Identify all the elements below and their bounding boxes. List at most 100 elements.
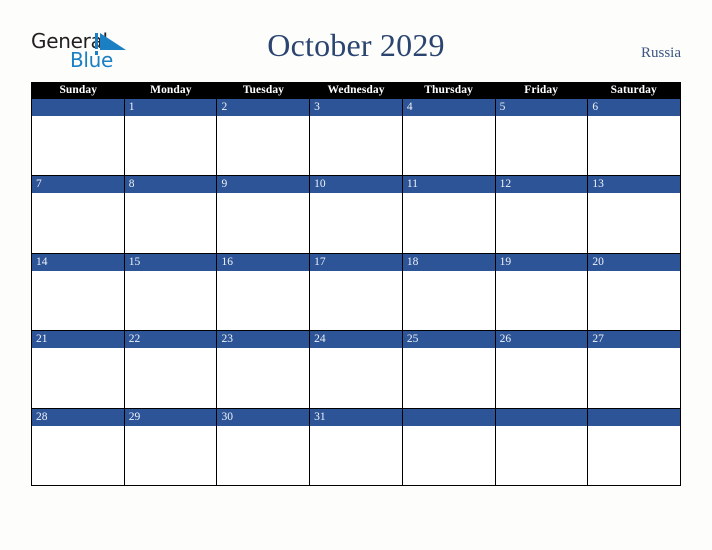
day-body[interactable] [495, 270, 588, 331]
day-cell[interactable]: 11 [402, 176, 496, 253]
day-body[interactable] [310, 270, 402, 331]
weekday-header-saturday: Saturday [610, 84, 657, 96]
day-cell[interactable]: 30 [217, 408, 311, 485]
day-number: 27 [592, 333, 604, 346]
day-cell[interactable]: 4 [402, 99, 496, 176]
day-number-band: 8 [124, 176, 217, 194]
day-body[interactable] [588, 348, 681, 408]
day-body[interactable] [495, 193, 588, 253]
day-body[interactable] [402, 270, 495, 331]
day-number: 16 [221, 255, 233, 268]
day-body[interactable] [217, 425, 310, 485]
day-body[interactable] [124, 116, 217, 176]
day-cell[interactable] [495, 408, 589, 485]
day-number: 20 [592, 255, 604, 268]
day-number-band: 23 [217, 331, 310, 349]
day-body[interactable] [32, 116, 124, 176]
day-body[interactable] [495, 116, 588, 176]
day-body[interactable] [124, 425, 217, 485]
day-number-band [588, 408, 681, 426]
day-cell[interactable]: 27 [588, 331, 681, 408]
day-cell[interactable]: 7 [32, 176, 125, 253]
day-number-band: 30 [217, 408, 310, 426]
day-cell[interactable]: 8 [124, 176, 218, 253]
day-cell[interactable]: 19 [495, 253, 589, 331]
weekday-header-friday: Friday [524, 84, 559, 96]
day-body[interactable] [32, 270, 124, 331]
day-cell[interactable]: 17 [310, 253, 403, 331]
day-cell[interactable] [588, 408, 681, 485]
day-cell[interactable]: 25 [402, 331, 496, 408]
day-number: 14 [36, 255, 48, 268]
day-cell[interactable] [402, 408, 496, 485]
day-cell[interactable]: 28 [32, 408, 125, 485]
day-cell[interactable]: 26 [495, 331, 589, 408]
day-body[interactable] [32, 425, 124, 485]
day-body[interactable] [217, 270, 310, 331]
day-cell[interactable]: 6 [588, 99, 681, 176]
day-number-band: 5 [495, 99, 588, 116]
day-number-band: 15 [124, 253, 217, 271]
week-row: 14 15 16 17 18 19 20 [32, 253, 681, 332]
day-number-band [495, 408, 588, 426]
day-body[interactable] [124, 270, 217, 331]
day-body[interactable] [402, 348, 495, 408]
day-cell[interactable]: 3 [310, 99, 403, 176]
day-body[interactable] [310, 348, 402, 408]
week-row: 7 8 9 10 11 12 13 [32, 176, 681, 254]
day-body[interactable] [124, 193, 217, 253]
day-number-band [402, 408, 495, 426]
day-number: 1 [128, 101, 135, 113]
day-body[interactable] [402, 116, 495, 176]
day-number: 26 [499, 333, 512, 346]
day-cell[interactable]: 29 [124, 408, 218, 485]
day-body[interactable] [310, 193, 402, 253]
day-cell[interactable]: 24 [310, 331, 403, 408]
day-body[interactable] [310, 116, 402, 176]
day-body[interactable] [32, 348, 124, 408]
day-cell[interactable]: 31 [310, 408, 403, 485]
week-row: 21 22 23 24 25 26 27 [32, 331, 681, 409]
country-label: Russia [640, 45, 681, 61]
day-cell[interactable]: 9 [217, 176, 311, 253]
day-cell[interactable]: 23 [217, 331, 311, 408]
weekday-header-row: Sunday Monday Tuesday Wednesday Thursday… [32, 82, 680, 99]
day-body[interactable] [588, 270, 681, 331]
day-cell[interactable]: 14 [32, 253, 125, 331]
day-cell[interactable]: 1 [124, 99, 218, 176]
week-row: 1 2 3 4 5 6 [32, 99, 681, 177]
day-cell[interactable]: 20 [588, 253, 681, 331]
day-body[interactable] [217, 193, 310, 253]
day-number-band: 19 [495, 253, 588, 271]
day-body[interactable] [402, 193, 495, 253]
day-cell[interactable]: 18 [402, 253, 496, 331]
day-cell[interactable]: 22 [124, 331, 218, 408]
day-cell[interactable]: 13 [588, 176, 681, 253]
day-body[interactable] [32, 193, 124, 253]
day-number-band: 12 [495, 176, 588, 194]
day-body[interactable] [495, 425, 588, 485]
calendar-grid: Sunday Monday Tuesday Wednesday Thursday… [31, 82, 681, 486]
day-body[interactable] [124, 348, 217, 408]
day-cell[interactable]: 12 [495, 176, 589, 253]
day-cell[interactable]: 2 [217, 99, 311, 176]
day-body[interactable] [310, 425, 402, 485]
day-body[interactable] [495, 348, 588, 408]
day-body[interactable] [217, 116, 310, 176]
day-cell[interactable]: 16 [217, 253, 311, 331]
day-number: 30 [221, 410, 233, 423]
day-number-band: 25 [402, 331, 495, 349]
day-cell[interactable]: 21 [32, 331, 125, 408]
day-number-band: 29 [124, 408, 217, 426]
day-body[interactable] [588, 116, 681, 176]
day-cell[interactable] [32, 99, 125, 176]
day-number: 6 [592, 101, 599, 113]
day-body[interactable] [217, 348, 310, 408]
day-body[interactable] [588, 193, 681, 253]
day-number-band: 2 [217, 99, 310, 116]
day-body[interactable] [588, 425, 681, 485]
day-cell[interactable]: 15 [124, 253, 218, 331]
day-body[interactable] [402, 425, 495, 485]
day-cell[interactable]: 5 [495, 99, 589, 176]
day-cell[interactable]: 10 [310, 176, 403, 253]
